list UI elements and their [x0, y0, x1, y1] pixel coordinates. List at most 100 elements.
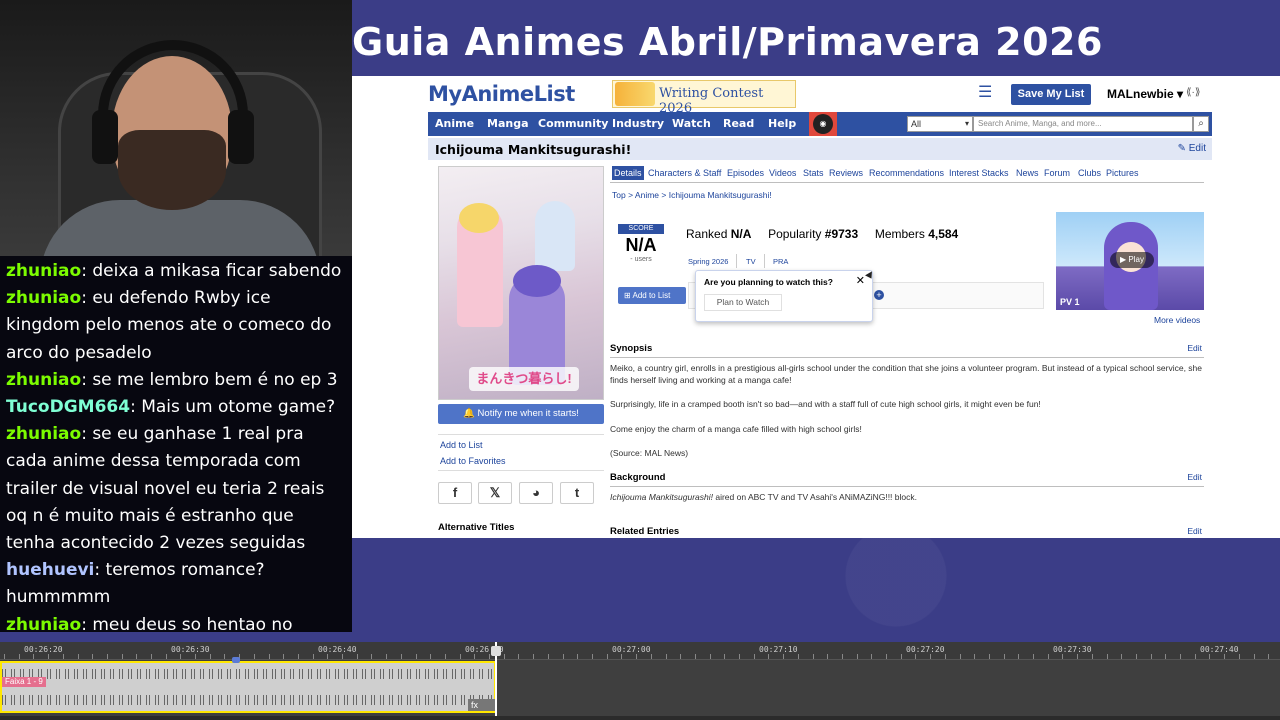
related-edit-link[interactable]: Edit [1187, 526, 1202, 536]
timeline-tick [842, 654, 843, 659]
nav-watch[interactable]: Watch [672, 112, 711, 136]
synopsis-paragraph: Surprisingly, life in a cramped booth is… [610, 399, 1041, 409]
timeline-tick [195, 654, 196, 659]
tab-stats[interactable]: Stats [801, 166, 826, 180]
timeline-marker[interactable] [232, 657, 240, 663]
nav-anime[interactable]: Anime [435, 112, 474, 136]
username-dropdown[interactable]: MALnewbie ▾ [1107, 87, 1183, 101]
x-icon[interactable]: 𝕏 [478, 482, 512, 504]
writing-contest-banner[interactable]: Writing Contest 2026 [612, 80, 796, 116]
related-entries-label: Related Entries [610, 526, 680, 537]
plan-to-watch-button[interactable]: Plan to Watch [704, 294, 782, 311]
timeline-ruler[interactable]: 00:26:20 00:26:30 00:26:40 00:26:50 00:27:00… [0, 642, 1280, 660]
timeline-tick [430, 654, 431, 659]
background-heading: Background Edit [610, 472, 1204, 487]
timeline-tick-label: 00:26:40 [318, 645, 357, 654]
search-icon[interactable]: ⌕ [1193, 116, 1209, 132]
tab-videos[interactable]: Videos [767, 166, 798, 180]
timeline-tick [269, 654, 270, 659]
timeline-tick [1209, 654, 1210, 659]
tab-reviews[interactable]: Reviews [827, 166, 865, 180]
save-my-list-button[interactable]: Save My List [1011, 84, 1091, 105]
anime-poster[interactable]: まんきつ暮らし! [438, 166, 604, 400]
tab-episodes[interactable]: Episodes [725, 166, 766, 180]
nav-community[interactable]: Community [538, 112, 608, 136]
play-button[interactable]: ▶ Play [1110, 252, 1154, 268]
chat-message: zhuniao: se eu ganhase 1 real pra cada a… [6, 421, 346, 557]
breadcrumb[interactable]: Top > Anime > Ichijouma Mankitsugurashi! [612, 190, 772, 200]
plus-icon[interactable]: + [874, 290, 884, 300]
timeline-tick [607, 654, 608, 659]
timeline-tick [489, 654, 490, 659]
notifications-icon[interactable]: ⟪·⟫ [1186, 87, 1200, 98]
mal-logo[interactable]: MyAnimeList [428, 82, 575, 106]
timeline-tick [283, 654, 284, 659]
tab-pictures[interactable]: Pictures [1104, 166, 1141, 180]
timeline-tick [33, 654, 34, 659]
timeline-tick [680, 654, 681, 659]
chat-message: zhuniao: se me lembro bem é no ep 3 [6, 367, 346, 394]
list-menu-icon[interactable]: ☰ [978, 85, 996, 101]
bell-icon: 🔔 [463, 408, 475, 419]
audio-clip[interactable]: Faixa 1 - 9 fx [0, 661, 496, 713]
timeline-tick [19, 654, 20, 659]
title-edit-link[interactable]: ✎ Edit [1178, 143, 1206, 154]
timeline-tick [4, 654, 5, 659]
studio-link[interactable]: PRA [773, 257, 788, 266]
more-videos-link[interactable]: More videos [1154, 315, 1200, 325]
add-to-list-button[interactable]: ⊞ Add to List [618, 287, 686, 304]
chat-username[interactable]: TucoDGM664 [6, 397, 130, 417]
timeline-tick [636, 654, 637, 659]
nav-industry[interactable]: Industry [612, 112, 664, 136]
poster-title-logo: まんきつ暮らし! [469, 367, 579, 391]
fx-icon[interactable]: fx [468, 699, 496, 711]
chat-separator: : [81, 369, 93, 390]
tab-clubs[interactable]: Clubs [1076, 166, 1103, 180]
notify-button[interactable]: 🔔 Notify me when it starts! [438, 404, 604, 424]
chat-username[interactable]: zhuniao [6, 615, 81, 635]
chat-username[interactable]: zhuniao [6, 370, 81, 390]
search-category-select[interactable]: All ▾ [907, 116, 973, 132]
nav-manga[interactable]: Manga [487, 112, 529, 136]
tab-news[interactable]: News [1014, 166, 1041, 180]
tab-interest-stacks[interactable]: Interest Stacks [947, 166, 1011, 180]
ranked-value: N/A [730, 227, 752, 241]
season-link[interactable]: Spring 2026 [688, 257, 728, 266]
search-input[interactable]: Search Anime, Manga, and more... [973, 116, 1193, 132]
timeline-tick [533, 654, 534, 659]
tab-characters-staff[interactable]: Characters & Staff [646, 166, 723, 180]
tumblr-icon[interactable]: t [560, 482, 594, 504]
headset-earcup-left [92, 110, 118, 164]
search-category-value: All [911, 119, 922, 129]
nav-help[interactable]: Help [768, 112, 796, 136]
facebook-icon[interactable]: f [438, 482, 472, 504]
synopsis-paragraph: Come enjoy the charm of a manga cafe fil… [610, 424, 862, 434]
video-editor-timeline[interactable]: 00:26:20 00:26:30 00:26:40 00:26:50 00:27:00… [0, 642, 1280, 720]
sidebar-add-to-favorites[interactable]: Add to Favorites [440, 456, 506, 466]
background-edit-link[interactable]: Edit [1187, 472, 1202, 482]
timeline-tick [327, 654, 328, 659]
nav-event-badge[interactable]: ◉ [809, 112, 837, 136]
contest-banner-art [615, 82, 655, 106]
tab-forum[interactable]: Forum [1042, 166, 1072, 180]
pv-video-thumbnail[interactable]: ▶ Play PV 1 [1056, 212, 1204, 310]
chat-username[interactable]: zhuniao [6, 261, 81, 281]
nav-read[interactable]: Read [723, 112, 754, 136]
chat-username[interactable]: zhuniao [6, 424, 81, 444]
tab-recommendations[interactable]: Recommendations [867, 166, 946, 180]
plus-square-icon: ⊞ [624, 291, 631, 300]
close-icon[interactable]: ✕ [856, 274, 865, 287]
reddit-icon[interactable]: ◕ [519, 482, 553, 504]
synopsis-edit-link[interactable]: Edit [1187, 343, 1202, 353]
poster-character-white [535, 201, 575, 271]
sidebar-add-to-list[interactable]: Add to List [440, 440, 483, 450]
type-link[interactable]: TV [746, 257, 756, 266]
timeline-tick-label: 00:26:30 [171, 645, 210, 654]
chat-username[interactable]: huehuevi [6, 560, 94, 580]
playhead-handle[interactable] [491, 646, 501, 656]
chat-username[interactable]: zhuniao [6, 288, 81, 308]
timeline-tick [63, 654, 64, 659]
timeline-tick [210, 654, 211, 659]
caret-down-icon: ▾ [1177, 87, 1184, 101]
tab-details[interactable]: Details [612, 166, 644, 180]
